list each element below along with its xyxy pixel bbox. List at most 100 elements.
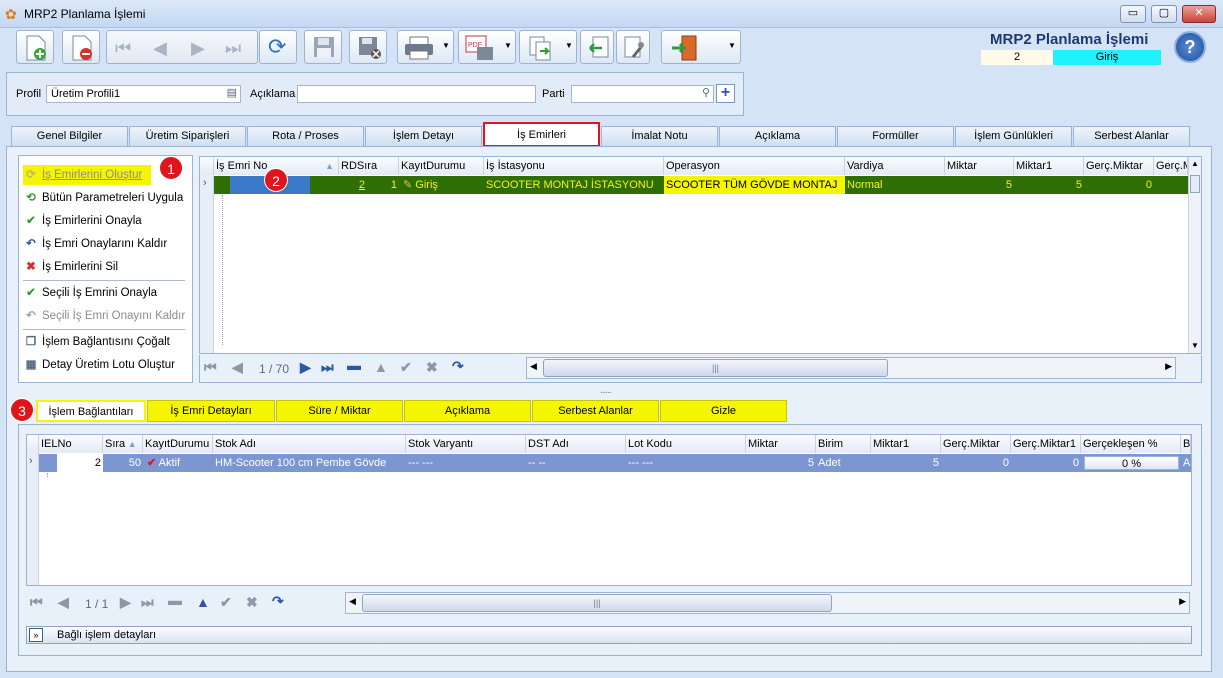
nav-refresh-icon[interactable]: ↷ [452,358,464,375]
print-dropdown-icon[interactable]: ▼ [442,41,450,50]
col-birim[interactable]: Birim [816,435,871,453]
help-button[interactable]: ? [1174,31,1206,63]
new-record-button[interactable] [16,30,54,64]
exit-button[interactable]: ▼ [661,30,741,64]
nav-up-icon[interactable]: ▲ [196,594,210,610]
col-kayitdurumu[interactable]: KayıtDurumu [399,157,484,175]
bottom-hscroll[interactable]: ◀ ||| ▶ [345,592,1190,614]
tab-genel-bilgiler[interactable]: Genel Bilgiler [11,126,128,146]
profil-field[interactable]: Üretim Profili1 ▤ [46,85,241,103]
next-record-icon[interactable]: ▶ [191,38,205,59]
export-pdf-button[interactable]: PDF ▼ [458,30,516,64]
col-kayitdurumu[interactable]: KayıtDurumu [143,435,213,453]
transfer-dropdown-icon[interactable]: ▼ [565,41,573,50]
col-rdsira[interactable]: RDSıra [339,157,399,175]
col-dst-adi[interactable]: DST Adı [526,435,626,453]
previous-record-icon[interactable]: ◀ [153,38,167,59]
close-button[interactable]: ✕ [1182,5,1216,23]
scroll-down-icon[interactable]: ▼ [1191,341,1199,350]
col-gerc-miktar[interactable]: Gerç.Miktar [941,435,1011,453]
nav-prev-icon[interactable]: ◀ [232,359,243,376]
nav-up-icon[interactable]: ▲ [374,359,388,375]
col-miktar[interactable]: Miktar [746,435,816,453]
col-miktar1[interactable]: Miktar1 [1014,157,1084,175]
nav-prev-icon[interactable]: ◀ [58,594,69,611]
tab-uretim-siparisleri[interactable]: Üretim Siparişleri [129,126,246,146]
maximize-button[interactable]: ▢ [1151,5,1177,23]
tab-imalat-notu[interactable]: İmalat Notu [601,126,718,146]
print-button[interactable]: ▼ [397,30,454,64]
nav-confirm-icon[interactable]: ✔ [220,594,232,611]
col-lot-kodu[interactable]: Lot Kodu [626,435,746,453]
tab-is-emri-detaylari[interactable]: İş Emri Detayları [147,400,275,422]
transfer-button[interactable]: ▼ [519,30,577,64]
action-is-emri-onaylarini-kaldir[interactable]: ↶ İş Emri Onaylarını Kaldır [23,234,167,254]
scroll-left-icon[interactable]: ◀ [530,361,537,372]
action-is-emirlerini-sil[interactable]: ✖ İş Emirlerini Sil [23,257,118,277]
parti-field[interactable]: ⚲ [571,85,714,103]
col-gerc-m[interactable]: Gerç.M [1154,157,1188,175]
profil-lookup-icon[interactable]: ▤ [227,87,237,100]
nav-refresh-icon[interactable]: ↷ [272,593,284,610]
nav-cancel-icon[interactable]: ✖ [426,359,438,376]
nav-cancel-icon[interactable]: ✖ [246,594,258,611]
top-hscroll[interactable]: ◀ ||| ▶ [526,357,1176,379]
nav-delete-icon[interactable]: ▬ [347,357,361,373]
tab-islem-detayi[interactable]: İşlem Detayı [365,126,482,146]
cell-operasyon[interactable]: SCOOTER TÜM GÖVDE MONTAJ [664,176,845,194]
scroll-up-icon[interactable]: ▲ [1191,159,1199,168]
settings-button[interactable] [616,30,650,64]
tab-aciklama[interactable]: Açıklama [719,126,836,146]
import-button[interactable] [580,30,614,64]
action-secili-is-emrini-onayla[interactable]: ✔ Seçili İş Emrini Onayla [23,283,157,303]
col-sira[interactable]: Sıra ▲ [103,435,143,453]
action-is-emirlerini-onayla[interactable]: ✔ İş Emirlerini Onayla [23,211,142,231]
col-vardiya[interactable]: Vardiya [845,157,945,175]
col-miktar[interactable]: Miktar [945,157,1014,175]
tab-gizle[interactable]: Gizle [660,400,787,422]
tab-formuller[interactable]: Formüller [837,126,954,146]
action-islem-baglantisini-cogalt[interactable]: ❐ İşlem Bağlantısını Çoğalt [23,332,170,352]
col-ielno[interactable]: IELNo [39,435,103,453]
tab-serbest-alanlar[interactable]: Serbest Alanlar [1073,126,1190,146]
col-is-istasyonu[interactable]: İş İstasyonu [484,157,664,175]
col-miktar1[interactable]: Miktar1 [871,435,941,453]
linked-details-bar[interactable]: » Bağlı işlem detayları [26,626,1192,644]
col-operasyon[interactable]: Operasyon [664,157,845,175]
tab-aciklama-bottom[interactable]: Açıklama [404,400,531,422]
refresh-button[interactable]: ⟳ [259,30,297,64]
col-gerceklesen-yuzde[interactable]: Gerçekleşen % [1081,435,1181,453]
scroll-thumb[interactable] [1190,175,1200,193]
nav-last-icon[interactable]: ⏭ [321,359,334,376]
table-row[interactable]: 2 1 ✎ Giriş SCOOTER MONTAJ İSTASYONU SCO… [214,176,1188,194]
tab-sure-miktar[interactable]: Süre / Miktar [276,400,403,422]
tab-islem-baglantilari[interactable]: İşlem Bağlantıları [36,400,146,422]
minimize-button[interactable]: ▭ [1120,5,1146,23]
splitter-handle[interactable]: ...... [600,385,612,396]
save-close-button[interactable] [349,30,387,64]
col-gerc-miktar1[interactable]: Gerç.Miktar1 [1011,435,1081,453]
nav-next-icon[interactable]: ▶ [120,594,131,611]
hscroll-thumb[interactable]: ||| [543,359,888,377]
nav-first-icon[interactable]: ⏮ [30,594,43,611]
scroll-left-icon[interactable]: ◀ [349,596,356,607]
nav-first-icon[interactable]: ⏮ [204,359,217,376]
save-button[interactable] [304,30,342,64]
tab-islem-gunlukleri[interactable]: İşlem Günlükleri [955,126,1072,146]
vertical-scrollbar[interactable]: ▲ ▼ [1188,157,1201,353]
action-detay-uretim-lotu-olustur[interactable]: ▦ Detay Üretim Lotu Oluştur [23,355,175,375]
col-stok-varyanti[interactable]: Stok Varyantı [406,435,526,453]
scroll-right-icon[interactable]: ▶ [1165,361,1172,372]
col-bi[interactable]: Bi [1181,435,1191,453]
last-record-icon[interactable]: ⏭ [225,38,241,59]
nav-delete-icon[interactable]: ▬ [168,592,182,608]
nav-confirm-icon[interactable]: ✔ [400,359,412,376]
cell-ielno[interactable]: 2 [57,454,103,472]
tab-serbest-alanlar-bottom[interactable]: Serbest Alanlar [532,400,659,422]
tab-rota-proses[interactable]: Rota / Proses [247,126,364,146]
scroll-right-icon[interactable]: ▶ [1179,596,1186,607]
action-butun-parametreleri-uygula[interactable]: ⟲ Bütün Parametreleri Uygula [23,188,183,208]
export-dropdown-icon[interactable]: ▼ [504,41,512,50]
parti-search-icon[interactable]: ⚲ [702,87,710,100]
expand-chevron-icon[interactable]: » [29,628,43,642]
